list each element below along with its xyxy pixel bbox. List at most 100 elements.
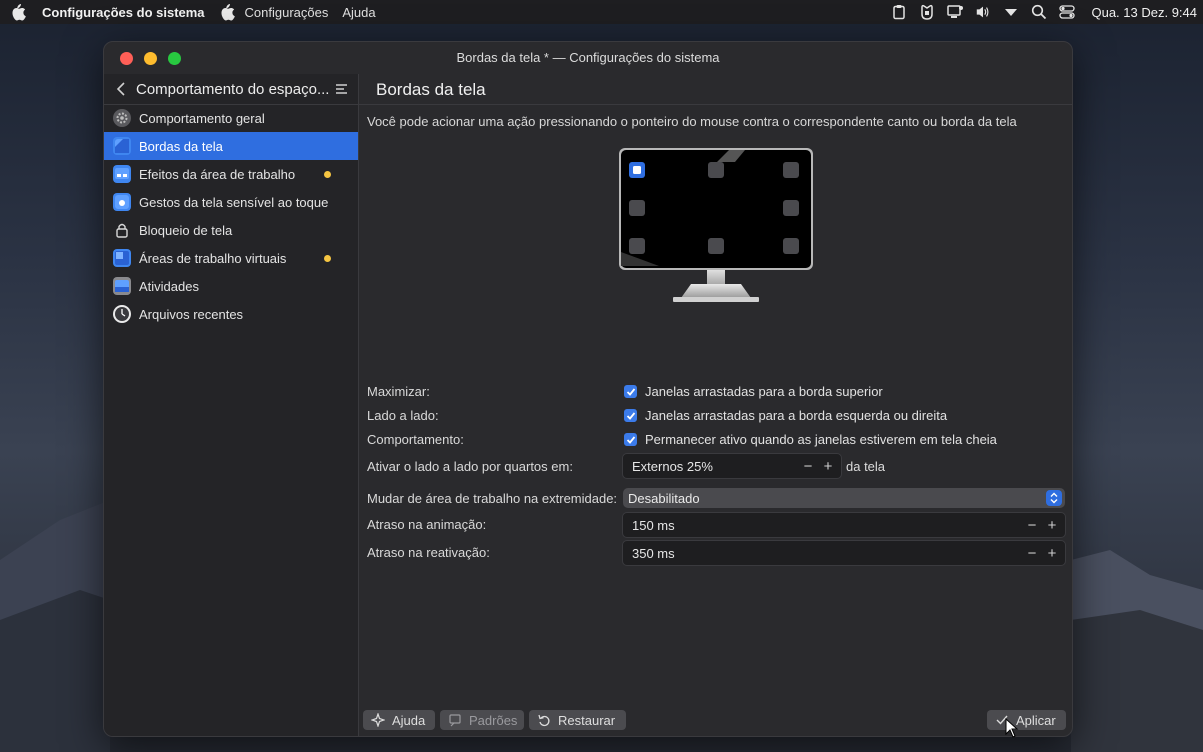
gear-icon (113, 109, 131, 127)
tile-checkbox-text[interactable]: Janelas arrastadas para a borda esquerda… (645, 408, 947, 423)
quarter-tiling-spinbox[interactable]: Externos 25% − + (622, 453, 842, 479)
back-arrow-icon[interactable] (116, 81, 128, 97)
screen-edge-right (783, 200, 799, 216)
app-name-menu[interactable]: Configurações do sistema (42, 5, 205, 20)
help-icon (370, 712, 386, 728)
reset-button[interactable]: Restaurar (529, 710, 626, 730)
volume-icon[interactable] (975, 4, 991, 20)
increment-button[interactable]: + (821, 458, 835, 475)
screen-edges-icon (113, 137, 131, 155)
sidebar-item-areas-virtuais[interactable]: Áreas de trabalho virtuais (104, 244, 358, 272)
network-icon[interactable] (947, 4, 964, 20)
screen-edge-top-right (783, 162, 799, 178)
touch-gesture-icon (113, 193, 131, 211)
sidebar-item-gestos[interactable]: Gestos da tela sensível ao toque (104, 188, 358, 216)
sidebar-item-label: Comportamento geral (139, 110, 265, 126)
help-label: Ajuda (392, 712, 426, 728)
content-header: Bordas da tela (359, 74, 1072, 105)
app-apple-icon (219, 3, 237, 21)
behavior-label: Comportamento: (367, 432, 464, 447)
changed-indicator-dot (324, 171, 331, 178)
screen-edge-top (708, 162, 724, 178)
switch-desktop-value: Desabilitado (628, 490, 700, 506)
screen-edge-left (629, 200, 645, 216)
decrement-button[interactable]: − (1025, 517, 1039, 534)
quarter-tiling-value: Externos 25% (632, 458, 713, 474)
reset-label: Restaurar (558, 712, 616, 728)
reactivation-delay-label: Atraso na reativação: (367, 545, 490, 560)
screen-edge-bottom-left (629, 238, 645, 254)
switch-desktop-label: Mudar de área de trabalho na extremidade… (367, 491, 618, 506)
tile-checkbox[interactable] (624, 409, 637, 422)
reactivation-delay-value: 350 ms (632, 545, 675, 561)
increment-button[interactable]: + (1045, 545, 1059, 562)
window-title: Bordas da tela * — Configurações do sist… (456, 50, 720, 65)
maximize-checkbox-text[interactable]: Janelas arrastadas para a borda superior (645, 384, 883, 399)
menu-configuracoes[interactable]: Configurações (245, 5, 329, 20)
page-title: Bordas da tela (376, 80, 486, 99)
animation-delay-value: 150 ms (632, 517, 675, 533)
defaults-icon (447, 712, 463, 728)
defaults-label: Padrões (469, 712, 518, 728)
sidebar-list: Comportamento geral Bordas da tela Efeit… (104, 104, 358, 328)
screen-edge-bottom (708, 238, 724, 254)
desktop-effects-icon (113, 165, 131, 183)
sidebar-item-label: Bloqueio de tela (139, 222, 233, 238)
sidebar-item-label: Bordas da tela (139, 138, 223, 154)
maximize-checkbox[interactable] (624, 385, 637, 398)
behavior-checkbox-text[interactable]: Permanecer ativo quando as janelas estiv… (645, 432, 997, 447)
sidebar-item-bloqueio[interactable]: Bloqueio de tela (104, 216, 358, 244)
sidebar-item-arquivos-recentes[interactable]: Arquivos recentes (104, 300, 358, 328)
menu-ajuda[interactable]: Ajuda (342, 5, 375, 20)
apply-label: Aplicar (1016, 712, 1056, 728)
reactivation-delay-spinbox[interactable]: 350 ms − + (622, 540, 1066, 566)
mouse-cursor-icon (1005, 718, 1019, 738)
chevron-up-down-icon (1046, 490, 1062, 506)
control-center-icon[interactable] (1059, 4, 1076, 20)
sidebar-item-atividades[interactable]: Atividades (104, 272, 358, 300)
title-bar[interactable]: Bordas da tela * — Configurações do sist… (104, 42, 1072, 74)
decrement-button[interactable]: − (801, 458, 815, 475)
sidebar-item-label: Gestos da tela sensível ao toque (139, 194, 329, 210)
increment-button[interactable]: + (1045, 517, 1059, 534)
tray-expand-arrow-icon[interactable] (1003, 4, 1019, 20)
screen-edge-bottom-right (783, 238, 799, 254)
search-icon[interactable] (1031, 4, 1047, 20)
switch-desktop-select[interactable]: Desabilitado (623, 488, 1065, 508)
undo-icon (536, 712, 552, 728)
screen-edges-monitor (619, 148, 813, 302)
help-button[interactable]: Ajuda (363, 710, 435, 730)
main-content: Bordas da tela Você pode acionar uma açã… (359, 74, 1072, 736)
decrement-button[interactable]: − (1025, 545, 1039, 562)
defaults-button[interactable]: Padrões (440, 710, 524, 730)
sidebar-item-label: Atividades (139, 278, 199, 294)
changed-indicator-dot (324, 255, 331, 262)
lock-icon (113, 221, 131, 239)
quarter-tiling-suffix: da tela (846, 459, 886, 474)
apply-button[interactable]: Aplicar (987, 710, 1066, 730)
sidebar: Comportamento do espaço... Comportamento… (104, 74, 359, 736)
activities-icon (113, 277, 131, 295)
clock[interactable]: Qua. 13 Dez. 9:44 (1091, 5, 1197, 20)
tile-label: Lado a lado: (367, 408, 439, 423)
clipboard-icon[interactable] (891, 4, 907, 20)
sidebar-item-efeitos[interactable]: Efeitos da área de trabalho (104, 160, 358, 188)
kde-connect-icon[interactable] (919, 4, 935, 20)
animation-delay-spinbox[interactable]: 150 ms − + (622, 512, 1066, 538)
sidebar-item-comportamento-geral[interactable]: Comportamento geral (104, 104, 358, 132)
apple-logo-icon[interactable] (10, 3, 28, 21)
animation-delay-label: Atraso na animação: (367, 517, 487, 532)
clock-icon (113, 305, 131, 323)
sidebar-item-label: Arquivos recentes (139, 306, 244, 322)
behavior-checkbox[interactable] (624, 433, 637, 446)
maximize-label: Maximizar: (367, 384, 430, 399)
sidebar-header: Comportamento do espaço... (104, 74, 358, 105)
sidebar-item-label: Áreas de trabalho virtuais (139, 250, 287, 266)
virtual-desktops-icon (113, 249, 131, 267)
top-menu-bar: Configurações do sistema Configurações A… (0, 0, 1203, 24)
sidebar-item-bordas-da-tela[interactable]: Bordas da tela (104, 132, 358, 160)
sidebar-item-label: Efeitos da área de trabalho (139, 166, 296, 182)
quarter-tiling-label: Ativar o lado a lado por quartos em: (367, 459, 573, 474)
hamburger-menu-icon[interactable] (336, 83, 348, 98)
page-description: Você pode acionar uma ação pressionando … (367, 114, 1017, 129)
